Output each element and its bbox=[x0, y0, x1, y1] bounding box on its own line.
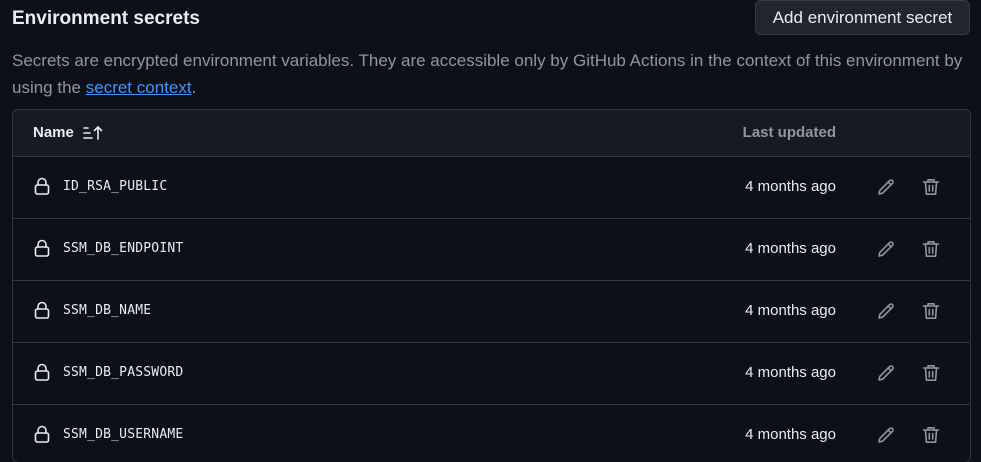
last-updated-column-header: Last updated bbox=[742, 124, 836, 141]
sort-ascending-icon[interactable] bbox=[82, 125, 104, 141]
lock-icon bbox=[34, 177, 50, 195]
description-period: . bbox=[191, 78, 197, 97]
name-column-label: Name bbox=[33, 124, 74, 141]
secret-context-link[interactable]: secret context bbox=[86, 78, 192, 97]
secret-last-updated: 4 months ago bbox=[745, 178, 836, 195]
lock-icon bbox=[34, 425, 50, 443]
trash-icon[interactable] bbox=[919, 299, 943, 323]
secrets-table: Name Last updated ID_RSA_PUBLIC 4 months… bbox=[12, 109, 971, 462]
trash-icon[interactable] bbox=[919, 423, 943, 447]
pencil-icon[interactable] bbox=[874, 299, 898, 323]
name-column-header[interactable]: Name bbox=[33, 124, 104, 141]
trash-icon[interactable] bbox=[919, 361, 943, 385]
environment-secrets-page: Environment secrets Add environment secr… bbox=[0, 0, 981, 462]
trash-icon[interactable] bbox=[919, 175, 943, 199]
secret-name: SSM_DB_PASSWORD bbox=[63, 365, 184, 380]
secret-last-updated: 4 months ago bbox=[745, 426, 836, 443]
secret-row: SSM_DB_PASSWORD 4 months ago bbox=[13, 343, 970, 405]
secret-row: SSM_DB_ENDPOINT 4 months ago bbox=[13, 219, 970, 281]
add-environment-secret-button[interactable]: Add environment secret bbox=[755, 0, 970, 35]
pencil-icon[interactable] bbox=[874, 175, 898, 199]
secret-row: SSM_DB_USERNAME 4 months ago bbox=[13, 405, 970, 462]
lock-icon bbox=[34, 301, 50, 319]
secret-last-updated: 4 months ago bbox=[745, 240, 836, 257]
secret-name: SSM_DB_ENDPOINT bbox=[63, 241, 184, 256]
section-description: Secrets are encrypted environment variab… bbox=[12, 47, 972, 101]
secret-name: SSM_DB_NAME bbox=[63, 303, 152, 318]
lock-icon bbox=[34, 363, 50, 381]
secret-row: ID_RSA_PUBLIC 4 months ago bbox=[13, 157, 970, 219]
trash-icon[interactable] bbox=[919, 237, 943, 261]
secret-last-updated: 4 months ago bbox=[745, 302, 836, 319]
pencil-icon[interactable] bbox=[874, 361, 898, 385]
section-title: Environment secrets bbox=[12, 8, 200, 29]
secret-last-updated: 4 months ago bbox=[745, 364, 836, 381]
pencil-icon[interactable] bbox=[874, 237, 898, 261]
lock-icon bbox=[34, 239, 50, 257]
pencil-icon[interactable] bbox=[874, 423, 898, 447]
table-header: Name Last updated bbox=[13, 110, 970, 157]
secret-row: SSM_DB_NAME 4 months ago bbox=[13, 281, 970, 343]
secret-name: SSM_DB_USERNAME bbox=[63, 427, 184, 442]
secret-name: ID_RSA_PUBLIC bbox=[63, 179, 168, 194]
table-body: ID_RSA_PUBLIC 4 months ago SSM_DB_ENDPOINT… bbox=[13, 157, 970, 462]
